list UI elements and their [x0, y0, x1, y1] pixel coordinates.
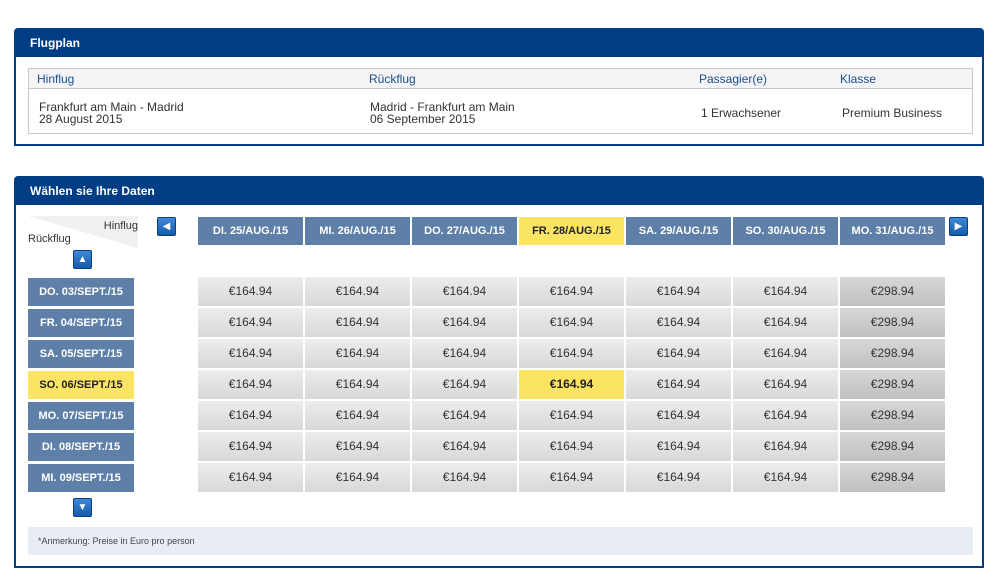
return-date-1[interactable]: DO. 03/SEPT./15	[28, 278, 134, 306]
price-cell[interactable]: €164.94	[733, 432, 838, 461]
price-cell[interactable]: €164.94	[519, 370, 624, 399]
price-cell[interactable]: €164.94	[519, 339, 624, 368]
price-cell[interactable]: €164.94	[519, 277, 624, 306]
return-date-7[interactable]: MI. 09/SEPT./15	[28, 464, 134, 492]
return-date-5[interactable]: MO. 07/SEPT./15	[28, 402, 134, 430]
flugplan-panel: Flugplan Hinflug Rückflug Passagier(e) K…	[14, 28, 984, 146]
return-date-6[interactable]: DI. 08/SEPT./15	[28, 433, 134, 461]
price-cell[interactable]: €298.94	[840, 432, 945, 461]
price-cell[interactable]: €164.94	[305, 277, 410, 306]
price-cell[interactable]: €164.94	[412, 339, 517, 368]
departure-date-5[interactable]: SA. 29/AUG./15	[626, 217, 731, 245]
price-cell[interactable]: €164.94	[626, 370, 731, 399]
return-date-4[interactable]: SO. 06/SEPT./15	[28, 371, 134, 399]
price-cell[interactable]: €164.94	[305, 432, 410, 461]
price-cell[interactable]: €164.94	[198, 339, 303, 368]
price-cell[interactable]: €164.94	[305, 339, 410, 368]
corner-rueckflug-label: Rückflug	[28, 233, 71, 245]
price-cell[interactable]: €164.94	[198, 277, 303, 306]
price-cell[interactable]: €164.94	[198, 370, 303, 399]
price-cell[interactable]: €164.94	[626, 308, 731, 337]
header-class: Klasse	[840, 72, 877, 86]
price-cell[interactable]: €164.94	[519, 432, 624, 461]
departure-date-2[interactable]: MI. 26/AUG./15	[305, 217, 410, 245]
price-cell[interactable]: €164.94	[519, 308, 624, 337]
price-cell[interactable]: €298.94	[840, 339, 945, 368]
departure-date-7[interactable]: MO. 31/AUG./15	[840, 217, 945, 245]
header-hinflug: Hinflug	[37, 72, 75, 86]
price-cell[interactable]: €164.94	[198, 401, 303, 430]
arrow-right-icon[interactable]: ▶	[949, 217, 968, 236]
return-date: 06 September 2015	[370, 112, 476, 126]
price-cell[interactable]: €298.94	[840, 370, 945, 399]
price-cell[interactable]: €164.94	[733, 277, 838, 306]
flugplan-header-row: Hinflug Rückflug Passagier(e) Klasse	[29, 69, 972, 89]
travel-class: Premium Business	[842, 106, 943, 120]
price-note: *Anmerkung: Preise in Euro pro person	[28, 527, 973, 555]
price-cell[interactable]: €164.94	[519, 401, 624, 430]
price-cell[interactable]: €164.94	[626, 463, 731, 492]
price-cell[interactable]: €164.94	[733, 463, 838, 492]
header-rueckflug: Rückflug	[369, 72, 416, 86]
price-cell[interactable]: €164.94	[412, 277, 517, 306]
price-cell[interactable]: €164.94	[198, 308, 303, 337]
date-selection-title: Wählen sie Ihre Daten	[16, 178, 982, 205]
price-cell[interactable]: €164.94	[412, 463, 517, 492]
price-cell[interactable]: €164.94	[305, 370, 410, 399]
arrow-left-icon[interactable]: ◀	[157, 217, 176, 236]
corner-hinflug-label: Hinflug	[103, 220, 138, 232]
matrix-corner-label: Hinflug Rückflug	[28, 216, 138, 248]
price-cell[interactable]: €164.94	[198, 463, 303, 492]
price-cell[interactable]: €298.94	[840, 277, 945, 306]
price-cell[interactable]: €164.94	[626, 277, 731, 306]
departure-date-3[interactable]: DO. 27/AUG./15	[412, 217, 517, 245]
price-cell[interactable]: €298.94	[840, 463, 945, 492]
price-cell[interactable]: €164.94	[733, 401, 838, 430]
price-cell[interactable]: €164.94	[733, 370, 838, 399]
departure-date-4[interactable]: FR. 28/AUG./15	[519, 217, 624, 245]
price-cell[interactable]: €164.94	[626, 339, 731, 368]
price-cell[interactable]: €164.94	[412, 401, 517, 430]
price-cell[interactable]: €164.94	[626, 432, 731, 461]
price-cell[interactable]: €298.94	[840, 308, 945, 337]
price-cell[interactable]: €164.94	[305, 463, 410, 492]
price-cell[interactable]: €164.94	[412, 308, 517, 337]
flugplan-title: Flugplan	[16, 30, 982, 57]
price-cell[interactable]: €164.94	[733, 308, 838, 337]
price-cell[interactable]: €164.94	[305, 308, 410, 337]
price-cell[interactable]: €164.94	[519, 463, 624, 492]
price-cell[interactable]: €298.94	[840, 401, 945, 430]
price-cell[interactable]: €164.94	[412, 432, 517, 461]
price-cell[interactable]: €164.94	[626, 401, 731, 430]
return-date-3[interactable]: SA. 05/SEPT./15	[28, 340, 134, 368]
passenger-count: 1 Erwachsener	[701, 106, 782, 120]
arrow-up-icon[interactable]: ▲	[73, 250, 92, 269]
return-date-2[interactable]: FR. 04/SEPT./15	[28, 309, 134, 337]
price-cell[interactable]: €164.94	[198, 432, 303, 461]
departure-date-6[interactable]: SO. 30/AUG./15	[733, 217, 838, 245]
outbound-date: 28 August 2015	[39, 112, 123, 126]
flugplan-table: Hinflug Rückflug Passagier(e) Klasse Fra…	[28, 68, 973, 134]
price-cell[interactable]: €164.94	[412, 370, 517, 399]
price-cell[interactable]: €164.94	[305, 401, 410, 430]
price-cell[interactable]: €164.94	[733, 339, 838, 368]
departure-date-1[interactable]: DI. 25/AUG./15	[198, 217, 303, 245]
arrow-down-icon[interactable]: ▼	[73, 498, 92, 517]
date-selection-panel: Wählen sie Ihre Daten Hinflug Rückflug ◀…	[14, 176, 984, 568]
header-passengers: Passagier(e)	[699, 72, 768, 86]
